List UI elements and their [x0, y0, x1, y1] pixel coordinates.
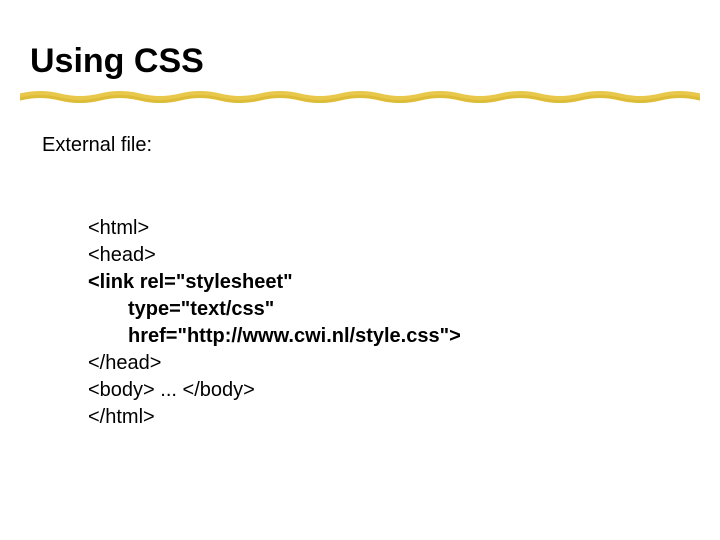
subtitle: External file:: [42, 134, 152, 157]
code-block: <html> <head> <link rel="stylesheet" typ…: [88, 188, 461, 431]
slide-title: Using CSS: [30, 42, 204, 81]
code-line-4: type="text/css": [88, 296, 274, 323]
slide: Using CSS External file: <html> <head> <…: [0, 0, 720, 540]
code-line-1: <html>: [88, 217, 149, 239]
code-line-3: <link rel="stylesheet": [88, 271, 293, 293]
code-line-7: <body> ... </body>: [88, 379, 255, 401]
code-line-5: href="http://www.cwi.nl/style.css">: [88, 323, 461, 350]
code-line-8: </html>: [88, 406, 155, 428]
code-line-6: </head>: [88, 352, 161, 374]
code-line-2: <head>: [88, 244, 156, 266]
title-underline: [20, 90, 700, 104]
